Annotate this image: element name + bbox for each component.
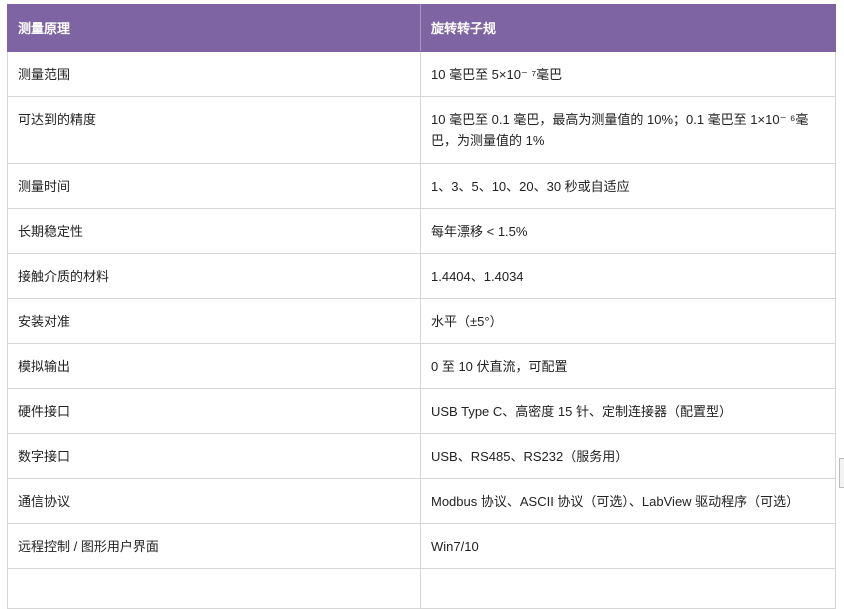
- row-label: 模拟输出: [7, 343, 421, 389]
- row-label: 通信协议: [7, 478, 421, 524]
- row-value: 1、3、5、10、20、30 秒或自适应: [420, 163, 836, 209]
- row-value: Win7/10: [420, 523, 836, 569]
- table-row: 远程控制 / 图形用户界面 Win7/10: [7, 523, 836, 569]
- row-value: 1.4404、1.4034: [420, 253, 836, 299]
- row-label: 测量时间: [7, 163, 421, 209]
- table-row: 安装对准 水平（±5°）: [7, 298, 836, 344]
- table-row: 测量范围 10 毫巴至 5×10⁻ ⁷毫巴: [7, 51, 836, 97]
- table-row: 模拟输出 0 至 10 伏直流，可配置: [7, 343, 836, 389]
- table-header-row: 测量原理 旋转转子规: [7, 4, 836, 52]
- table-row: 数字接口 USB、RS485、RS232（服务用）: [7, 433, 836, 479]
- row-label: 接触介质的材料: [7, 253, 421, 299]
- row-value: 水平（±5°）: [420, 298, 836, 344]
- row-label: 测量范围: [7, 51, 421, 97]
- row-value: Modbus 协议、ASCII 协议（可选）、LabView 驱动程序（可选）: [420, 478, 836, 524]
- table-row: 硬件接口 USB Type C、高密度 15 针、定制连接器（配置型）: [7, 388, 836, 434]
- row-value: 每年漂移 < 1.5%: [420, 208, 836, 254]
- row-value: 0 至 10 伏直流，可配置: [420, 343, 836, 389]
- row-value: [420, 568, 836, 609]
- table-row: 长期稳定性 每年漂移 < 1.5%: [7, 208, 836, 254]
- side-expand-tab[interactable]: [839, 458, 844, 488]
- header-cell-value: 旋转转子规: [420, 4, 836, 52]
- row-label: 长期稳定性: [7, 208, 421, 254]
- row-value: 10 毫巴至 0.1 毫巴，最高为测量值的 10%；0.1 毫巴至 1×10⁻ …: [420, 96, 836, 164]
- row-label: 硬件接口: [7, 388, 421, 434]
- header-cell-parameter: 测量原理: [7, 4, 421, 52]
- table-row: 测量时间 1、3、5、10、20、30 秒或自适应: [7, 163, 836, 209]
- specification-table: 测量原理 旋转转子规 测量范围 10 毫巴至 5×10⁻ ⁷毫巴 可达到的精度 …: [7, 4, 836, 609]
- row-label: 远程控制 / 图形用户界面: [7, 523, 421, 569]
- row-value: USB、RS485、RS232（服务用）: [420, 433, 836, 479]
- row-label: 可达到的精度: [7, 96, 421, 164]
- row-value: USB Type C、高密度 15 针、定制连接器（配置型）: [420, 388, 836, 434]
- row-label: 安装对准: [7, 298, 421, 344]
- row-label: 数字接口: [7, 433, 421, 479]
- table-row: 接触介质的材料 1.4404、1.4034: [7, 253, 836, 299]
- table-row: 可达到的精度 10 毫巴至 0.1 毫巴，最高为测量值的 10%；0.1 毫巴至…: [7, 96, 836, 164]
- table-row: [7, 568, 836, 609]
- row-label: [7, 568, 421, 609]
- row-value: 10 毫巴至 5×10⁻ ⁷毫巴: [420, 51, 836, 97]
- table-row: 通信协议 Modbus 协议、ASCII 协议（可选）、LabView 驱动程序…: [7, 478, 836, 524]
